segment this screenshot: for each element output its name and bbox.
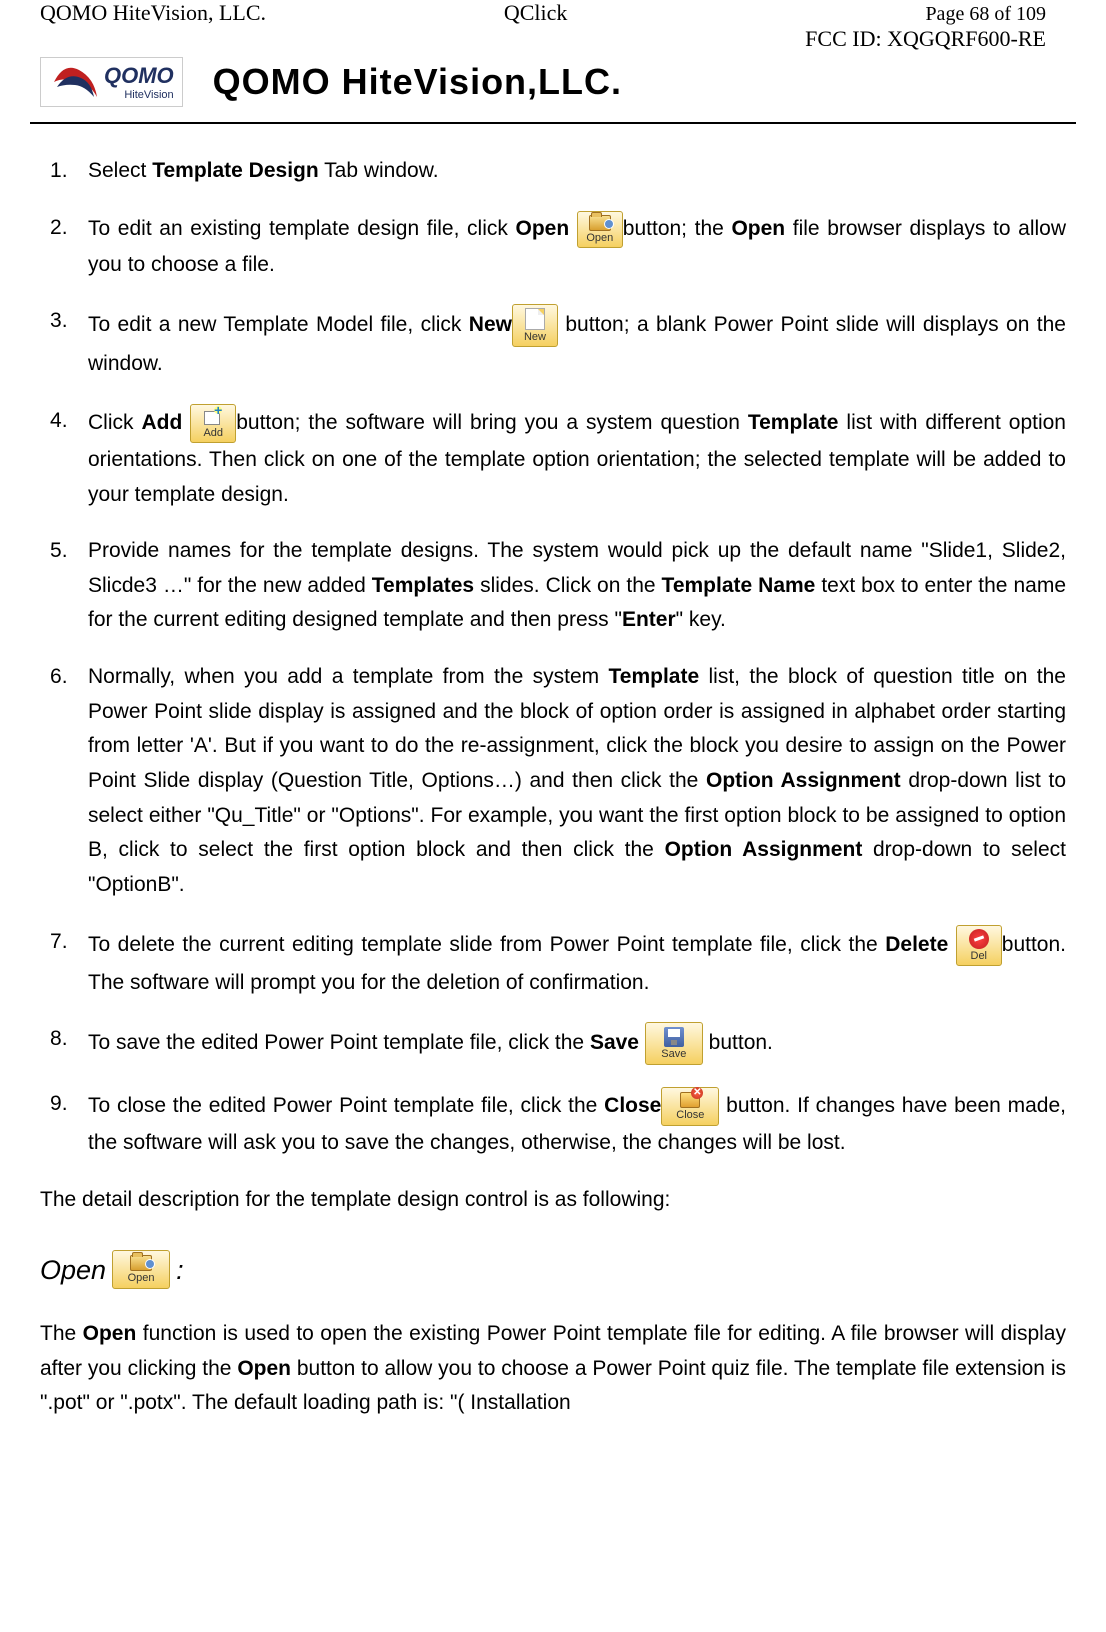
document-body: Select Template Design Tab window. To ed… — [30, 154, 1076, 1421]
step-8: To save the edited Power Point template … — [40, 1022, 1066, 1065]
logo-text-sub: HiteVision — [104, 89, 174, 101]
delete-icon — [969, 929, 989, 949]
new-file-icon — [525, 308, 545, 330]
step-2: To edit an existing template design file… — [40, 211, 1066, 283]
save-disk-icon — [664, 1027, 684, 1047]
company-title: QOMO HiteVision,LLC. — [213, 61, 622, 103]
logo-text-main: QOMO — [104, 63, 174, 89]
step-5: Provide names for the template designs. … — [40, 534, 1066, 638]
step-1: Select Template Design Tab window. — [40, 154, 1066, 189]
fcc-id: FCC ID: XQGQRF600-RE — [805, 26, 1046, 51]
step-4: Click Add Add button; the software will … — [40, 404, 1066, 512]
qomo-logo: QOMO HiteVision — [40, 57, 183, 107]
company-name-left: QOMO HiteVision, LLC. — [40, 0, 266, 26]
step-6: Normally, when you add a template from t… — [40, 660, 1066, 902]
open-button-icon-heading: Open — [112, 1250, 170, 1289]
step-9: To close the edited Power Point template… — [40, 1087, 1066, 1161]
product-name: QClick — [504, 0, 568, 26]
instruction-list: Select Template Design Tab window. To ed… — [40, 154, 1066, 1161]
add-slide-icon — [204, 408, 222, 426]
add-button-icon: Add — [190, 404, 236, 443]
step-3: To edit a new Template Model file, click… — [40, 304, 1066, 382]
header-divider — [30, 122, 1076, 124]
close-folder-icon — [680, 1092, 700, 1108]
close-button-icon: Close — [661, 1087, 719, 1126]
page-number: Page 68 of 109 — [805, 3, 1046, 26]
logo-swoosh-icon — [49, 62, 99, 102]
detail-intro: The detail description for the template … — [40, 1183, 1066, 1218]
open-section-heading: Open Open : — [40, 1248, 1066, 1293]
header-top-row: QOMO HiteVision, LLC. QClick Page 68 of … — [30, 0, 1076, 52]
delete-button-icon: Del — [956, 925, 1002, 966]
step-7: To delete the current editing template s… — [40, 925, 1066, 1001]
save-button-icon: Save — [645, 1022, 703, 1065]
open-button-icon: Open — [577, 211, 623, 248]
open-section-paragraph: The Open function is used to open the ex… — [40, 1317, 1066, 1421]
header-logo-row: QOMO HiteVision QOMO HiteVision,LLC. — [30, 52, 1076, 112]
folder-open-icon — [130, 1255, 152, 1271]
folder-open-icon — [589, 215, 611, 231]
new-button-icon: New — [512, 304, 558, 347]
